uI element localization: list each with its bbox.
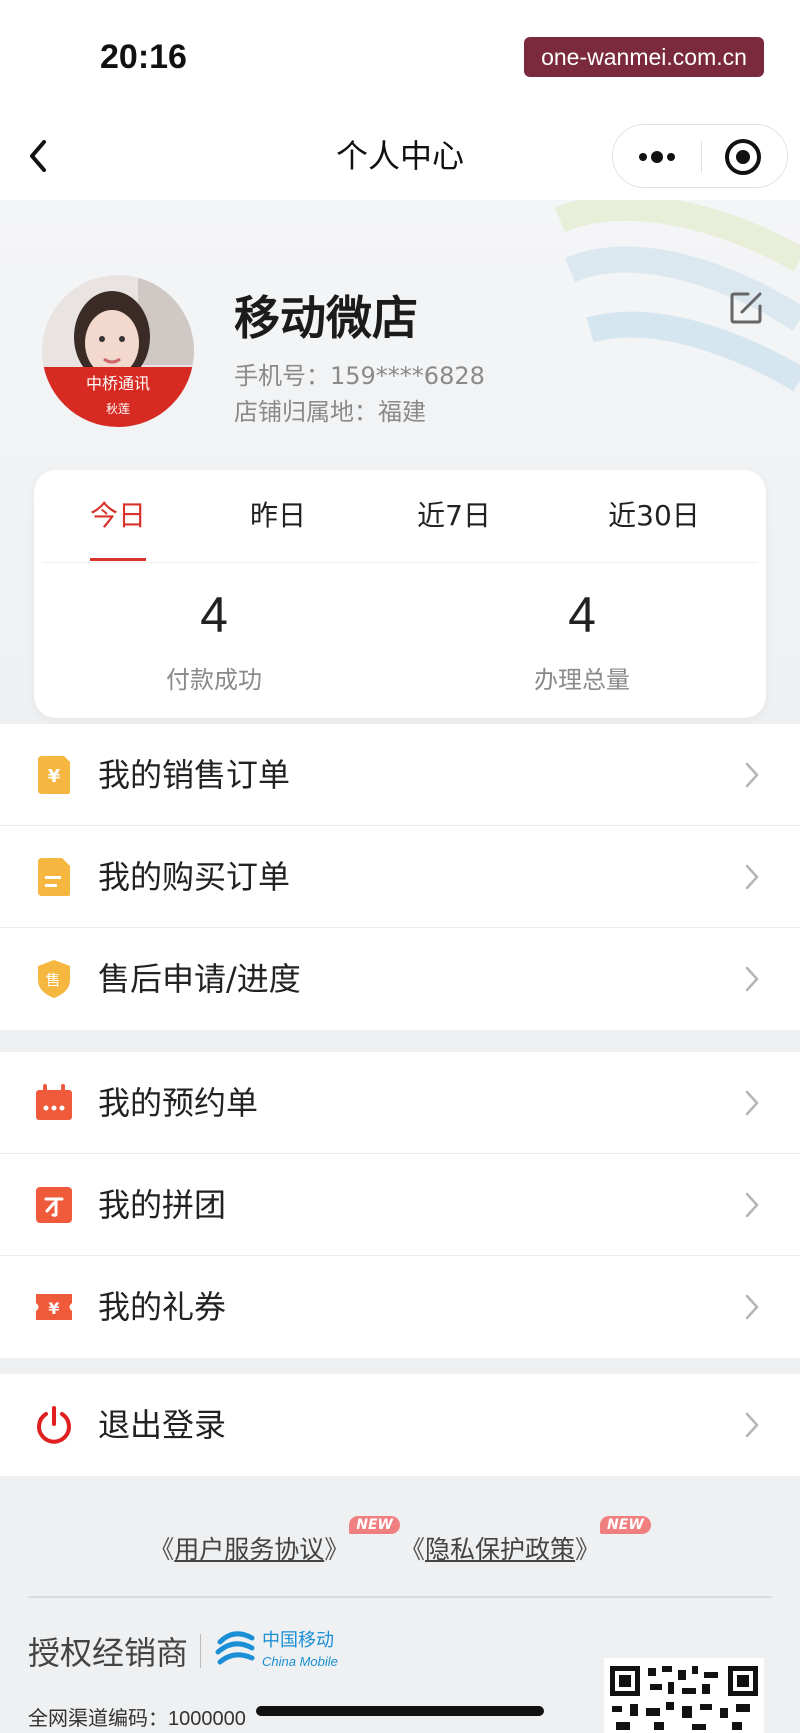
- menu-label: 我的礼券: [98, 1288, 227, 1326]
- chevron-left-icon: [30, 140, 46, 172]
- shop-name: 移动微店: [234, 291, 418, 345]
- privacy-policy-link[interactable]: 隐私保护政策: [425, 1535, 575, 1564]
- tab-today[interactable]: 今日: [74, 470, 162, 562]
- tab-last-30-days[interactable]: 近30日: [578, 470, 730, 562]
- menu-label: 售后申请/进度: [98, 960, 301, 998]
- menu-group-account: 退出登录: [0, 1374, 800, 1476]
- phone-info: 手机号：159****6828: [234, 356, 485, 391]
- yen-tag-icon: ¥: [38, 756, 70, 794]
- chevron-right-icon: [745, 1294, 759, 1320]
- new-badge: NEW: [349, 1516, 400, 1534]
- brand-cn-text: 中国移动: [262, 1630, 334, 1651]
- avatar[interactable]: 中桥通讯 秋莲: [42, 275, 194, 427]
- svg-text:¥: ¥: [48, 1299, 59, 1318]
- menu-item-logout[interactable]: 退出登录: [0, 1374, 800, 1476]
- after-sales-shield-icon: 售: [38, 960, 70, 998]
- capsule-divider: [701, 141, 702, 173]
- phone-number: 159****6828: [330, 362, 485, 390]
- paid-success-label: 付款成功: [166, 666, 262, 694]
- document-icon: [38, 858, 70, 896]
- menu-item-coupons[interactable]: ¥ 我的礼券: [0, 1256, 800, 1358]
- active-tab-indicator: [90, 558, 146, 561]
- total-handled-label: 办理总量: [534, 666, 630, 694]
- new-badge: NEW: [600, 1516, 651, 1534]
- menu-item-group-buy[interactable]: 我的拼团: [0, 1154, 800, 1256]
- phone-label: 手机号：: [234, 362, 330, 390]
- menu-item-after-sales[interactable]: 售 售后申请/进度: [0, 928, 800, 1030]
- location-label: 店铺归属地：: [234, 398, 378, 426]
- status-bar: 20:16 one-wanmei.com.cn: [0, 0, 800, 120]
- stats-divider: [42, 562, 758, 563]
- bracket-open: 《: [149, 1535, 175, 1564]
- svg-text:¥: ¥: [48, 766, 61, 787]
- user-agreement-link[interactable]: 用户服务协议: [174, 1535, 324, 1564]
- group-buy-icon: [36, 1187, 72, 1223]
- menu-label: 我的拼团: [98, 1186, 227, 1224]
- chevron-right-icon: [745, 1192, 759, 1218]
- menu-group-services: 我的预约单 我的拼团 ¥ 我的礼券: [0, 1052, 800, 1358]
- more-dots-icon: [639, 151, 675, 163]
- stats-card: 今日 昨日 近7日 近30日 4 付款成功 4 办理总量: [34, 470, 766, 718]
- bracket-close: 》: [575, 1535, 601, 1564]
- svg-text:售: 售: [45, 971, 60, 989]
- chevron-right-icon: [745, 1412, 759, 1438]
- footer: 《用户服务协议》NEW《隐私保护政策》NEW 授权经销商 中国移动 China …: [0, 1480, 800, 1733]
- menu-label: 我的销售订单: [98, 756, 291, 794]
- total-handled-count: 4: [568, 587, 596, 643]
- menu-item-sales-orders[interactable]: ¥ 我的销售订单: [0, 724, 800, 826]
- nav-bar: 个人中心: [0, 112, 800, 200]
- qr-code-image[interactable]: [604, 1658, 764, 1733]
- status-time: 20:16: [100, 38, 187, 76]
- menu-item-purchase-orders[interactable]: 我的购买订单: [0, 826, 800, 928]
- menu-label: 我的预约单: [98, 1084, 259, 1122]
- footer-divider: [28, 1596, 772, 1598]
- tab-last-7-days[interactable]: 近7日: [396, 470, 512, 562]
- china-mobile-logo: 中国移动 China Mobile: [215, 1630, 338, 1669]
- tab-yesterday[interactable]: 昨日: [220, 470, 336, 562]
- channel-code-label: 全网渠道编码：: [28, 1708, 168, 1730]
- watermark: one-wanmei.com.cn: [524, 37, 764, 77]
- coupon-icon: ¥: [36, 1294, 72, 1320]
- menu-label: 退出登录: [98, 1406, 227, 1444]
- menu-label: 我的购买订单: [98, 858, 291, 896]
- avatar-name-text: 秋莲: [106, 402, 130, 416]
- location-value: 福建: [378, 398, 426, 426]
- dealer-divider: [200, 1634, 201, 1668]
- paid-success-count: 4: [200, 587, 228, 643]
- authorized-dealer-label: 授权经销商: [28, 1634, 189, 1672]
- chevron-right-icon: [745, 864, 759, 890]
- menu-item-reservations[interactable]: 我的预约单: [0, 1052, 800, 1154]
- avatar-badge-text: 中桥通讯: [86, 374, 150, 393]
- avatar-image: 中桥通讯 秋莲: [42, 275, 194, 427]
- menu-group-orders: ¥ 我的销售订单 我的购买订单 售 售后申请/进度: [0, 724, 800, 1030]
- home-indicator[interactable]: [256, 1706, 544, 1716]
- chevron-right-icon: [745, 1090, 759, 1116]
- bracket-open: 《: [400, 1535, 426, 1564]
- calendar-icon: [36, 1084, 72, 1120]
- channel-code-line: 全网渠道编码：1000000: [28, 1702, 246, 1731]
- agreement-links: 《用户服务协议》NEW《隐私保护政策》NEW: [0, 1516, 800, 1566]
- more-button[interactable]: [633, 137, 681, 177]
- edit-icon: [730, 292, 762, 324]
- close-miniprogram-button[interactable]: [719, 137, 767, 177]
- chevron-right-icon: [745, 762, 759, 788]
- back-button[interactable]: [20, 134, 60, 178]
- target-circle-icon: [725, 139, 761, 175]
- brand-en-text: China Mobile: [262, 1654, 338, 1669]
- bracket-close: 》: [324, 1535, 350, 1564]
- power-icon: [37, 1406, 71, 1444]
- edit-profile-button[interactable]: [728, 290, 764, 326]
- location-info: 店铺归属地：福建: [234, 392, 426, 427]
- channel-code-value: 1000000: [168, 1708, 246, 1730]
- chevron-right-icon: [745, 966, 759, 992]
- mini-program-capsule: [612, 124, 788, 188]
